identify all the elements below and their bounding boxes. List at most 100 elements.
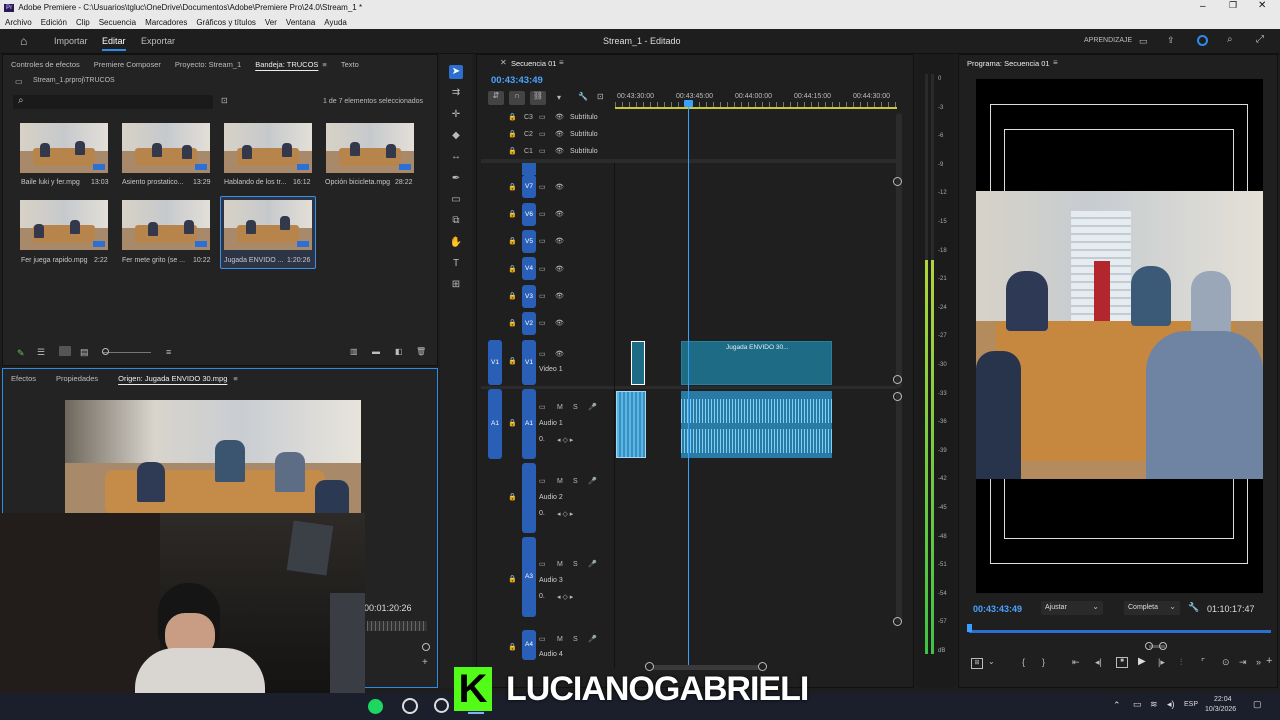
sync-lock-icon[interactable]: ▭ — [539, 237, 546, 245]
timeline-close-icon[interactable]: ✕ — [500, 58, 507, 67]
tab-menu-icon[interactable]: ≡ — [559, 58, 564, 67]
clock-time[interactable]: 22:04 — [1214, 696, 1232, 703]
caption-sync-icon[interactable]: ▭ — [539, 130, 546, 138]
menu-ver[interactable]: Ver — [265, 18, 277, 27]
tab-bandeja-trucos[interactable]: Bandeja: TRUCOS — [255, 60, 318, 69]
scroll-handle[interactable] — [893, 392, 902, 401]
overwrite-icon[interactable]: ⌜ — [1201, 657, 1205, 668]
sort-icon[interactable]: ≡ — [166, 347, 171, 357]
mute-button[interactable]: M — [557, 478, 563, 485]
menu-edicion[interactable]: Edición — [41, 18, 67, 27]
tab-propiedades[interactable]: Propiedades — [56, 374, 98, 383]
track-target-a1[interactable]: A1 — [522, 389, 536, 459]
menu-secuencia[interactable]: Secuencia — [99, 18, 136, 27]
source-zoom-handle[interactable] — [422, 643, 430, 651]
scroll-handle[interactable] — [893, 375, 902, 384]
linked-selection-icon[interactable]: ⛓ — [530, 91, 546, 105]
home-icon[interactable]: ⌂ — [20, 34, 27, 48]
timeline-tab[interactable]: Secuencia 01 — [511, 59, 556, 68]
solo-button[interactable]: S — [573, 478, 578, 485]
track-target-a4[interactable]: A4 — [522, 630, 536, 660]
selection-tool-icon[interactable]: ➤ — [449, 65, 463, 79]
sync-lock-icon[interactable]: ▭ — [539, 319, 546, 327]
program-playhead[interactable] — [967, 624, 972, 632]
source-patch-a1[interactable]: A1 — [488, 389, 502, 459]
safe-margins-icon[interactable]: ⊞ — [971, 658, 983, 669]
network-icon[interactable]: ▭ — [1133, 699, 1142, 710]
new-item-icon[interactable]: ◧ — [395, 347, 403, 356]
tab-menu-icon[interactable]: ≡ — [322, 60, 326, 69]
whatsapp-icon[interactable] — [402, 698, 418, 714]
fit-select[interactable]: Ajustar ⌄ — [1041, 601, 1103, 615]
freeform-view-icon[interactable]: ▤ — [80, 347, 89, 358]
lock-icon[interactable]: 🔒 — [508, 113, 517, 121]
menu-ventana[interactable]: Ventana — [286, 18, 315, 27]
lock-icon[interactable]: 🔒 — [508, 183, 517, 191]
razor-icon[interactable]: ◆ — [449, 129, 463, 143]
frame-tool-icon[interactable]: ⧉ — [449, 214, 463, 228]
lock-icon[interactable]: 🔒 — [508, 643, 517, 651]
mute-button[interactable]: M — [557, 404, 563, 411]
track-target-a2[interactable] — [522, 463, 536, 533]
eye-icon[interactable]: 👁 — [555, 319, 564, 327]
new-bin-icon[interactable]: ▬ — [372, 347, 380, 356]
nav-importar[interactable]: Importar — [54, 36, 88, 46]
xbox-icon[interactable] — [434, 698, 449, 713]
tab-efectos[interactable]: Efectos — [11, 374, 36, 383]
zoom-handle[interactable] — [1145, 642, 1153, 650]
pen-icon[interactable]: ✒ — [449, 172, 463, 186]
export-frame-icon[interactable]: ⊙ — [1222, 657, 1230, 668]
tab-menu-icon[interactable]: ≡ — [233, 374, 237, 383]
eye-icon[interactable]: 👁 — [555, 113, 564, 121]
sync-lock-icon[interactable]: ▭ — [539, 292, 546, 300]
mark-out-icon[interactable]: } — [1042, 657, 1045, 667]
clip-thumbnail[interactable] — [224, 123, 312, 173]
eye-icon[interactable]: 👁 — [555, 210, 564, 218]
mark-in-icon[interactable]: { — [1022, 657, 1025, 667]
menu-marcadores[interactable]: Marcadores — [145, 18, 187, 27]
clip-thumbnail[interactable] — [122, 200, 210, 250]
clip-thumbnail[interactable] — [122, 123, 210, 173]
track-target-v2[interactable]: V2 — [522, 312, 536, 335]
video-clip-stub[interactable] — [631, 341, 645, 385]
keyframe-nav-icon[interactable]: ◂ ◇ ▸ — [557, 510, 573, 518]
type-icon[interactable]: T — [449, 257, 463, 271]
clock-date[interactable]: 10/3/2026 — [1205, 706, 1236, 713]
solo-button[interactable]: S — [573, 404, 578, 411]
sync-lock-icon[interactable]: ▭ — [539, 403, 546, 411]
audio-clip-stub[interactable] — [616, 391, 646, 458]
track-target-v5[interactable]: V5 — [522, 230, 536, 253]
sync-lock-icon[interactable]: ▭ — [539, 265, 546, 273]
lock-icon[interactable]: 🔒 — [508, 130, 517, 138]
lock-icon[interactable]: 🔒 — [508, 493, 517, 501]
mute-button[interactable]: M — [557, 561, 563, 568]
program-scrubber[interactable] — [969, 630, 1271, 633]
keyframe-nav-icon[interactable]: ◂ ◇ ▸ — [557, 593, 573, 601]
marker-icon[interactable]: ▾ — [557, 93, 561, 102]
track-volume[interactable]: 0. — [539, 510, 545, 517]
list-view-icon[interactable]: ☰ — [37, 347, 45, 358]
menu-clip[interactable]: Clip — [76, 18, 90, 27]
track-volume[interactable]: 0. — [539, 593, 545, 600]
eye-icon[interactable]: 👁 — [555, 147, 564, 155]
clip-thumbnail[interactable] — [20, 123, 108, 173]
lock-icon[interactable]: 🔒 — [508, 237, 517, 245]
eye-icon[interactable]: 👁 — [555, 183, 564, 191]
lock-icon[interactable]: 🔒 — [508, 210, 517, 218]
eye-icon[interactable]: 👁 — [555, 350, 564, 358]
nav-exportar[interactable]: Exportar — [141, 36, 175, 46]
pencil-icon[interactable]: ✎ — [17, 348, 25, 359]
v-a-divider[interactable] — [481, 386, 897, 389]
more-controls-icon[interactable]: » — [1256, 657, 1261, 667]
add-button-icon[interactable]: + — [1266, 655, 1272, 667]
captions-icon[interactable]: ⊡ — [597, 92, 604, 101]
solo-button[interactable]: S — [573, 636, 578, 643]
lock-icon[interactable]: 🔒 — [508, 319, 517, 327]
spotify-icon[interactable] — [368, 699, 383, 714]
tab-menu-icon[interactable]: ≡ — [1053, 58, 1058, 67]
playhead[interactable] — [688, 101, 689, 667]
sync-lock-icon[interactable]: ▭ — [539, 350, 546, 358]
source-patch-v1[interactable]: V1 — [488, 340, 502, 385]
go-to-out-icon[interactable]: ⇥ — [1239, 657, 1247, 668]
mic-icon[interactable]: 🎤 — [588, 477, 597, 485]
